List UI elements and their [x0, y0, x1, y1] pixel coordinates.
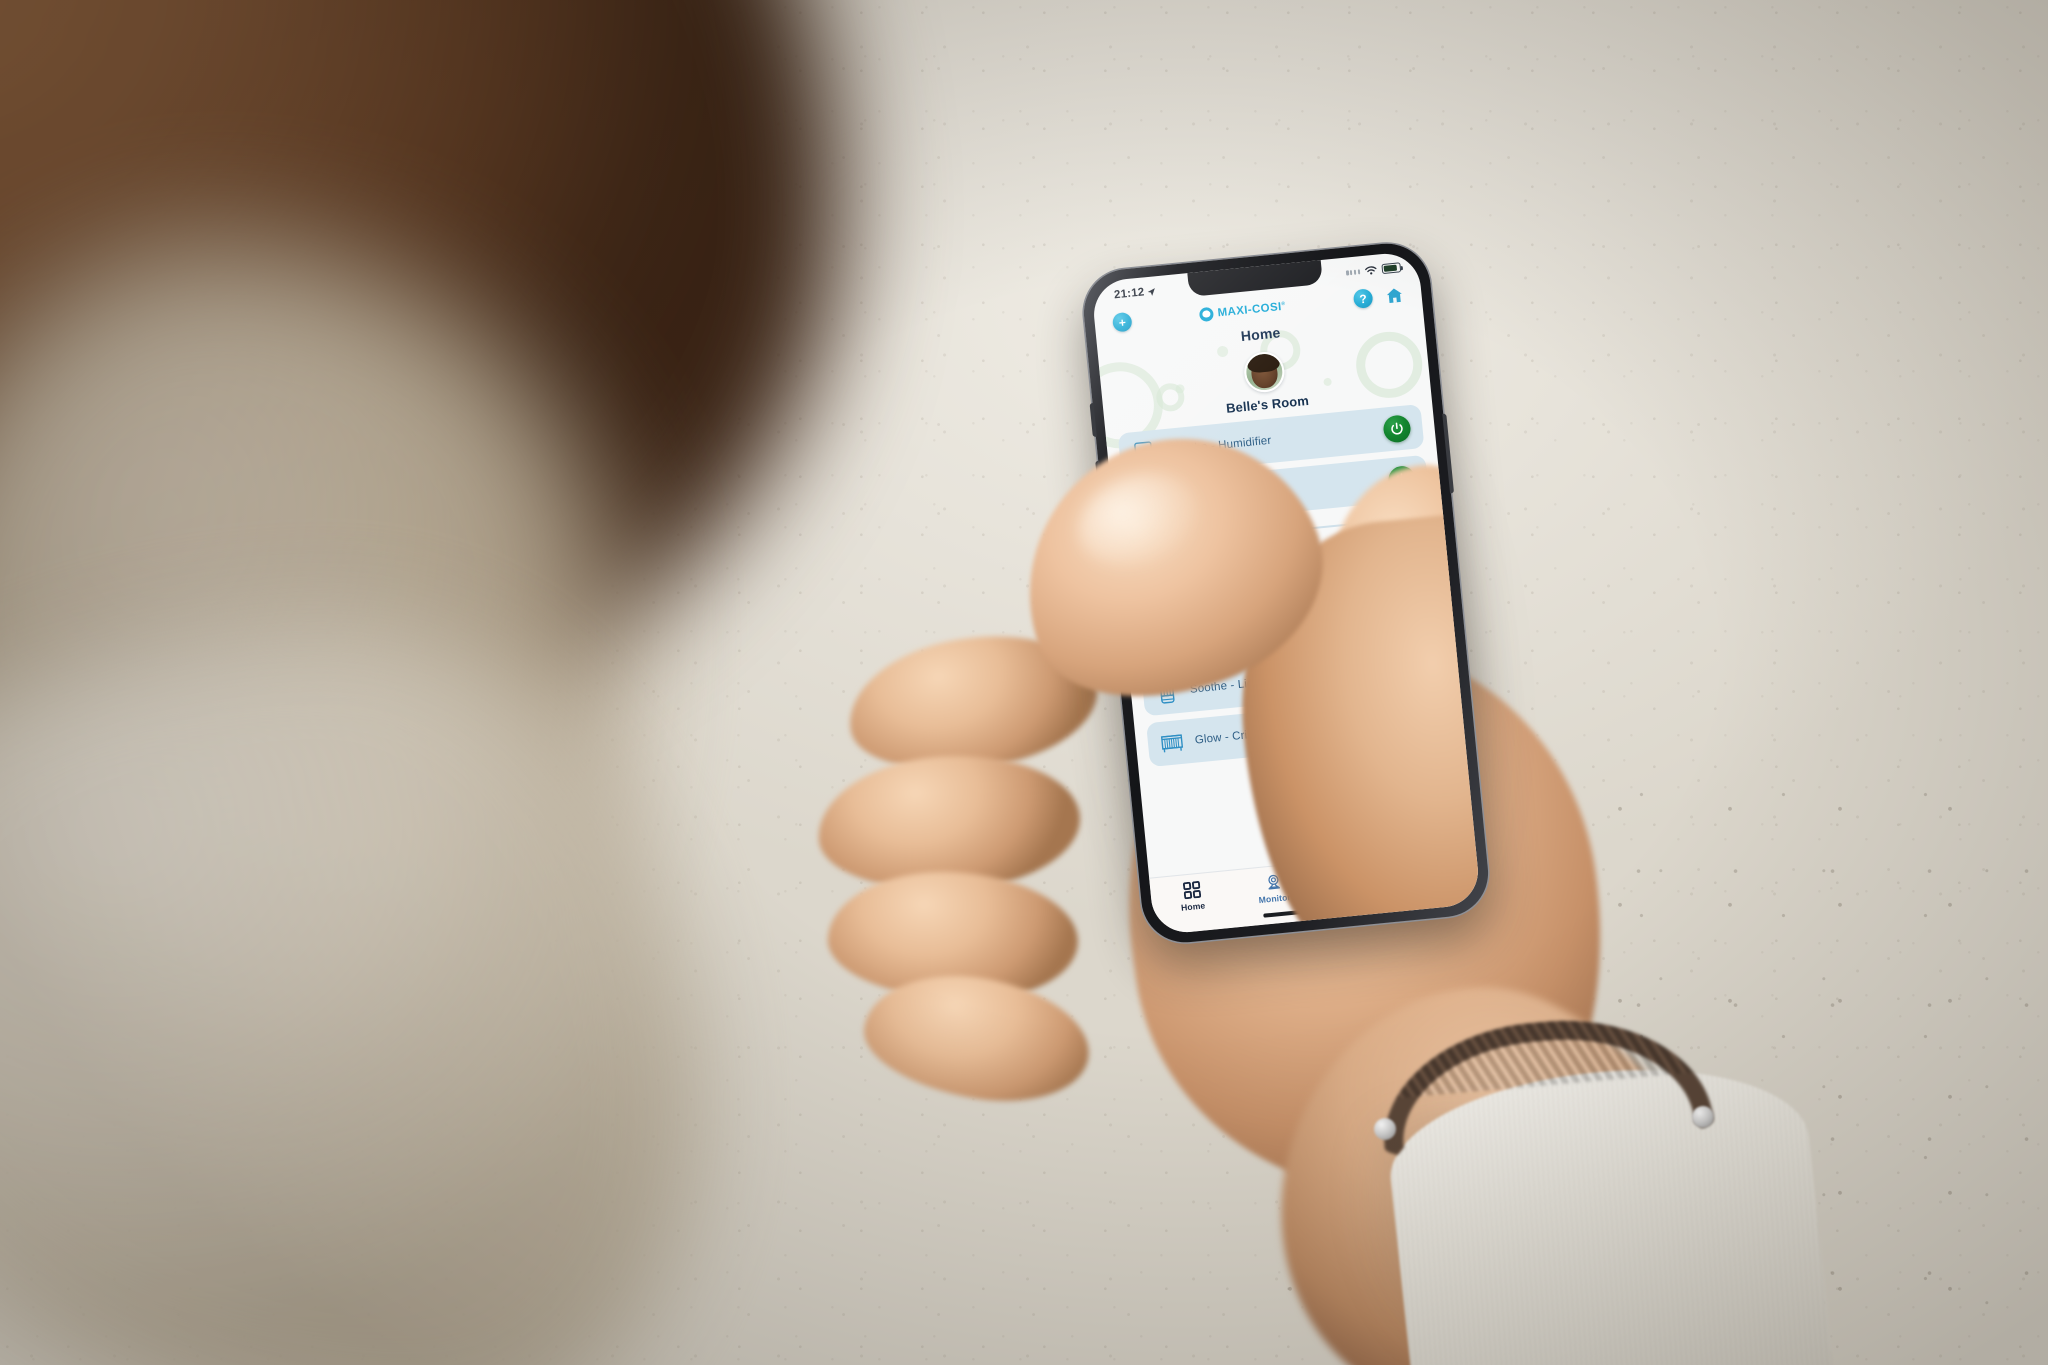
- power-icon: [1414, 660, 1426, 673]
- tab-home[interactable]: Home: [1150, 878, 1235, 916]
- power-toggle-button[interactable]: [1410, 702, 1441, 733]
- power-toggle-button[interactable]: [1382, 413, 1412, 444]
- photo-scene: 21:12 + MAXI-COSI® ? Home Belle's Room S…: [0, 0, 2048, 1365]
- house-icon[interactable]: [1385, 286, 1405, 305]
- location-arrow-icon: [1148, 287, 1156, 296]
- crib-icon: [1160, 733, 1184, 752]
- power-toggle-button[interactable]: [1387, 464, 1417, 494]
- signal-dots-icon: [1346, 268, 1361, 276]
- plus-circle-icon: +: [1118, 314, 1127, 330]
- power-icon: [1419, 711, 1431, 724]
- brand-wordmark: MAXI-COSI®: [1217, 300, 1286, 319]
- bracelet-clasp-bead: [1374, 1118, 1396, 1140]
- tab-monitor[interactable]: Monitor: [1232, 870, 1317, 908]
- tab-routines[interactable]: Routines: [1313, 862, 1398, 900]
- battery-icon: [1381, 262, 1402, 274]
- wifi-icon: [1365, 265, 1377, 275]
- child-avatar-belle[interactable]: [1242, 350, 1287, 394]
- tab-settings[interactable]: Settin: [1395, 854, 1480, 892]
- help-circle-icon: ?: [1358, 291, 1368, 306]
- braided-bracelet: [1374, 1007, 1716, 1169]
- device-label: Glow - Crib Light: [1194, 725, 1284, 747]
- power-icon: [1396, 472, 1408, 485]
- power-icon: [1391, 422, 1403, 435]
- bracelet-clasp-bead: [1692, 1106, 1714, 1128]
- power-toggle-button[interactable]: [1405, 651, 1436, 682]
- help-button[interactable]: ?: [1352, 288, 1374, 309]
- status-bar-time: 21:12: [1113, 286, 1145, 302]
- add-device-button[interactable]: +: [1111, 311, 1133, 333]
- maxi-cosi-logo-icon: [1199, 306, 1215, 322]
